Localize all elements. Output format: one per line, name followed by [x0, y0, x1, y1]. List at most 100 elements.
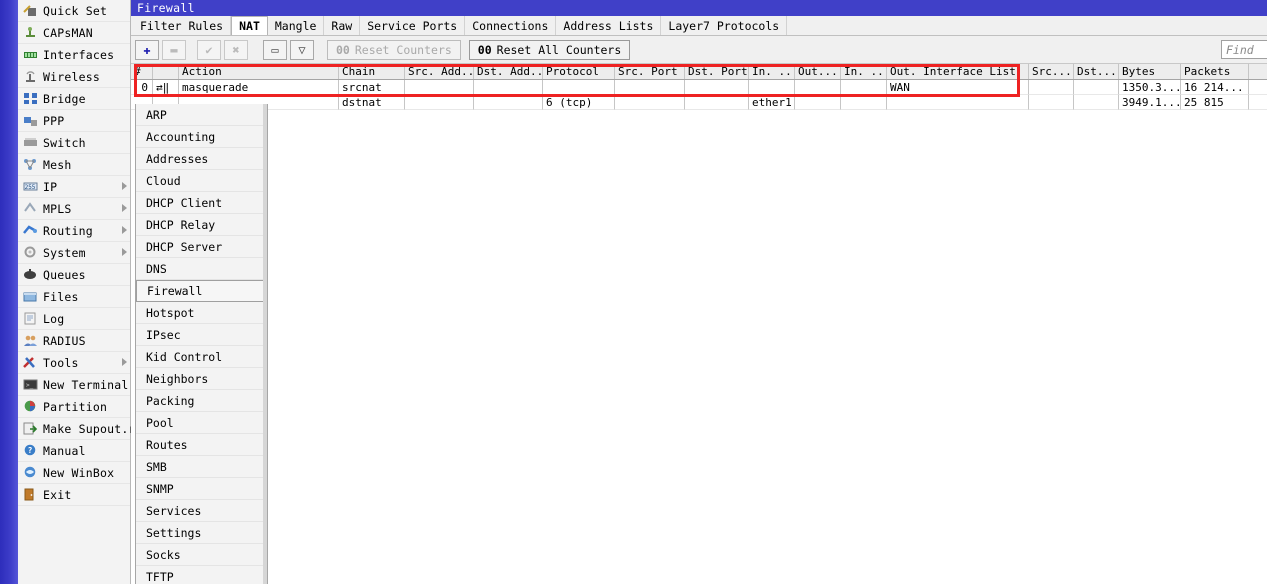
tab-service-ports[interactable]: Service Ports — [360, 16, 466, 35]
submenu-item-accounting[interactable]: Accounting — [136, 126, 267, 148]
sidebar-item-partition[interactable]: Partition — [18, 396, 130, 418]
cell-tail — [1249, 80, 1267, 95]
column-header-flag[interactable] — [153, 64, 179, 79]
column-header-out_list[interactable]: Out. Interface List — [887, 64, 1029, 79]
reset-all-counters-button[interactable]: 00 Reset All Counters — [468, 39, 631, 60]
tab-address-lists[interactable]: Address Lists — [556, 16, 662, 35]
column-header-src2[interactable]: Src.... — [1029, 64, 1074, 79]
sidebar-item-label: Exit — [43, 487, 72, 502]
tab-layer7-protocols[interactable]: Layer7 Protocols — [661, 16, 788, 35]
column-header-action[interactable]: Action — [179, 64, 339, 79]
submenu-item-packing[interactable]: Packing — [136, 390, 267, 412]
sidebar-item-label: Mesh — [43, 157, 72, 172]
sidebar-item-make-supout-rif[interactable]: Make Supout.rif — [18, 418, 150, 440]
table-row[interactable]: dstnat 6 (tcp) ether1 3949.1... 25 815 — [131, 95, 1267, 110]
column-header-in_list[interactable]: In. ... — [841, 64, 887, 79]
tab-connections[interactable]: Connections — [465, 16, 557, 35]
submenu-item-routes[interactable]: Routes — [136, 434, 267, 456]
submenu-item-services[interactable]: Services — [136, 500, 267, 522]
reset-counters-button[interactable]: 00 Reset Counters — [327, 39, 461, 60]
submenu-item-arp[interactable]: ARP — [136, 104, 267, 126]
capsman-icon — [22, 25, 39, 40]
sidebar-item-new-winbox[interactable]: New WinBox — [18, 462, 130, 484]
tab-filter-rules[interactable]: Filter Rules — [133, 16, 232, 35]
filter-button[interactable]: ▽ — [290, 39, 314, 60]
submenu-scrollbar[interactable] — [263, 104, 267, 584]
column-header-out_iface[interactable]: Out.... — [795, 64, 841, 79]
submenu-item-dhcp-relay[interactable]: DHCP Relay — [136, 214, 267, 236]
submenu-item-neighbors[interactable]: Neighbors — [136, 368, 267, 390]
column-header-chain[interactable]: Chain — [339, 64, 405, 79]
sidebar-item-log[interactable]: Log — [18, 308, 130, 330]
submenu-item-dhcp-server[interactable]: DHCP Server — [136, 236, 267, 258]
submenu-item-hotspot[interactable]: Hotspot — [136, 302, 267, 324]
comment-button[interactable]: ▭ — [263, 39, 287, 60]
column-header-src_addr[interactable]: Src. Add... — [405, 64, 474, 79]
sidebar-item-ip[interactable]: 255 IP — [18, 176, 130, 198]
submenu-item-pool[interactable]: Pool — [136, 412, 267, 434]
column-header-packets[interactable]: Packets — [1181, 64, 1249, 79]
cell-src_addr — [405, 95, 474, 110]
submenu-item-dhcp-client[interactable]: DHCP Client — [136, 192, 267, 214]
sidebar-item-mesh[interactable]: Mesh — [18, 154, 130, 176]
sidebar-item-label: Partition — [43, 399, 108, 414]
submenu-item-addresses[interactable]: Addresses — [136, 148, 267, 170]
cell-chain: srcnat — [339, 80, 405, 95]
winbox-icon — [22, 465, 39, 480]
sidebar-item-tools[interactable]: Tools — [18, 352, 130, 374]
tab-mangle[interactable]: Mangle — [267, 16, 325, 35]
column-header-protocol[interactable]: Protocol — [543, 64, 615, 79]
cell-packets: 16 214... — [1181, 80, 1249, 95]
sidebar-item-routing[interactable]: Routing — [18, 220, 130, 242]
submenu-item-ipsec[interactable]: IPsec — [136, 324, 267, 346]
table-row[interactable]: 0 ⇄‖ masquerade srcnat WAN 1350.3... 16 214... — [131, 80, 1267, 95]
sidebar-item-quick-set[interactable]: Quick Set — [18, 0, 130, 22]
column-header-tail[interactable] — [1249, 64, 1267, 79]
tab-raw[interactable]: Raw — [324, 16, 361, 35]
submenu-item-cloud[interactable]: Cloud — [136, 170, 267, 192]
sidebar-item-system[interactable]: System — [18, 242, 130, 264]
column-header-src_port[interactable]: Src. Port — [615, 64, 685, 79]
sidebar-item-manual[interactable]: ? Manual — [18, 440, 130, 462]
sidebar-item-label: Queues — [43, 267, 86, 282]
submenu-item-settings[interactable]: Settings — [136, 522, 267, 544]
column-header-num[interactable]: # — [131, 64, 153, 79]
sidebar-item-new-terminal[interactable]: >_ New Terminal — [18, 374, 130, 396]
sidebar-item-exit[interactable]: Exit — [18, 484, 130, 506]
add-icon: ✚ — [143, 42, 151, 57]
svg-text:?: ? — [28, 446, 33, 455]
tab-nat[interactable]: NAT — [231, 16, 268, 35]
cell-dst2 — [1074, 80, 1119, 95]
button-label: Reset Counters — [354, 42, 452, 57]
submenu-item-kid-control[interactable]: Kid Control — [136, 346, 267, 368]
sidebar-item-interfaces[interactable]: Interfaces — [18, 44, 130, 66]
sidebar-item-ppp[interactable]: PPP — [18, 110, 130, 132]
sidebar-item-radius[interactable]: RADIUS — [18, 330, 130, 352]
sidebar-item-switch[interactable]: Switch — [18, 132, 130, 154]
add-button[interactable]: ✚ — [135, 39, 159, 60]
column-header-dst_port[interactable]: Dst. Port — [685, 64, 749, 79]
sidebar-item-files[interactable]: Files — [18, 286, 130, 308]
submenu-item-firewall[interactable]: Firewall — [136, 280, 267, 302]
cell-out_iface — [795, 95, 841, 110]
submenu-item-socks[interactable]: Socks — [136, 544, 267, 566]
submenu-item-tftp[interactable]: TFTP — [136, 566, 267, 584]
submenu-item-snmp[interactable]: SNMP — [136, 478, 267, 500]
sidebar-item-bridge[interactable]: Bridge — [18, 88, 130, 110]
submenu-item-dns[interactable]: DNS — [136, 258, 267, 280]
find-input[interactable]: Find — [1221, 40, 1267, 59]
column-header-dst_addr[interactable]: Dst. Add... — [474, 64, 543, 79]
sidebar-item-label: PPP — [43, 113, 65, 128]
submenu-arrow-icon — [122, 226, 127, 234]
sidebar-item-capsman[interactable]: CAPsMAN — [18, 22, 130, 44]
sidebar-item-wireless[interactable]: Wireless — [18, 66, 130, 88]
sidebar-item-mpls[interactable]: MPLS — [18, 198, 130, 220]
column-header-bytes[interactable]: Bytes — [1119, 64, 1181, 79]
cell-tail — [1249, 95, 1267, 110]
submenu-item-smb[interactable]: SMB — [136, 456, 267, 478]
sidebar-item-queues[interactable]: Queues — [18, 264, 130, 286]
column-header-dst2[interactable]: Dst.... — [1074, 64, 1119, 79]
column-header-in_iface[interactable]: In. ... — [749, 64, 795, 79]
firewall-toolbar: ✚ ▬ ✔ ✖ ▭ ▽ 00 Reset Counters 00 Reset All Counte… — [131, 36, 1267, 64]
partition-icon — [22, 399, 39, 414]
